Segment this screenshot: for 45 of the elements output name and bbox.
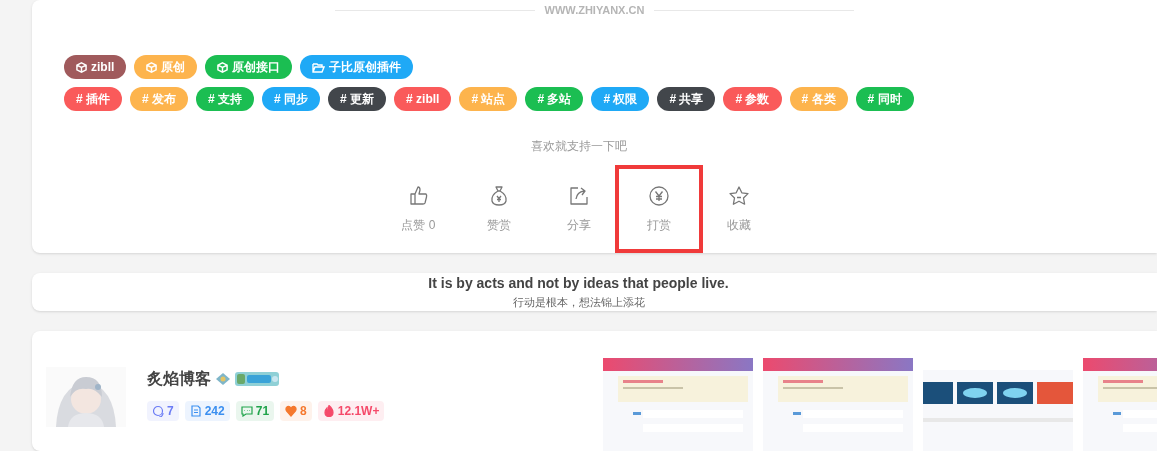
category-tag[interactable]: zibll <box>64 55 127 79</box>
quote-text: It is by acts and not by ideas that people live. <box>428 274 729 292</box>
stat-badge: 71 <box>235 401 275 421</box>
topic-tag[interactable]: # 支持 <box>196 87 255 111</box>
badge-icon <box>215 372 231 386</box>
stat-badge: 7 <box>147 401 179 421</box>
tag-label: zibll <box>91 59 115 76</box>
topic-tag[interactable]: # 更新 <box>328 87 387 111</box>
topic-tag[interactable]: # 多站 <box>525 87 584 111</box>
tag-label: 子比原创插件 <box>329 59 402 76</box>
stat-badge: 242 <box>184 401 230 421</box>
action-button[interactable]: 打赏 <box>614 165 703 253</box>
topic-tag[interactable]: # 参数 <box>723 87 782 111</box>
topic-tag[interactable]: # 插件 <box>64 87 122 111</box>
tag-label: 原创接口 <box>232 59 281 76</box>
heart-icon <box>285 405 298 417</box>
cube-icon <box>146 61 158 73</box>
stat-badge: 8 <box>280 401 312 421</box>
yen-coin-icon <box>646 184 671 208</box>
topic-tag[interactable]: # zibll <box>394 87 452 111</box>
folder-icon <box>312 61 326 73</box>
cube-icon <box>76 61 87 73</box>
topic-tag[interactable]: # 权限 <box>591 87 650 111</box>
topic-tag[interactable]: # 发布 <box>130 87 189 111</box>
topic-tag[interactable]: # 各类 <box>789 87 848 111</box>
document-icon <box>189 405 202 417</box>
site-url: WWW.ZHIYANX.CN <box>543 2 646 18</box>
topic-tag[interactable]: # 同步 <box>262 87 321 111</box>
tag-label: 原创 <box>161 59 186 76</box>
chat-icon <box>240 405 253 417</box>
comments-icon <box>152 405 164 417</box>
star-icon <box>726 184 751 208</box>
category-tag[interactable]: 子比原创插件 <box>300 55 414 79</box>
support-prompt: 喜欢就支持一下吧 <box>530 138 627 155</box>
category-tag[interactable]: 原创接口 <box>205 55 293 79</box>
quote-translation: 行动是根本，想法锦上添花 <box>512 295 645 310</box>
category-tag[interactable]: 原创 <box>134 55 198 79</box>
stat-badge: 12.1W+ <box>317 401 385 421</box>
topic-tag[interactable]: # 站点 <box>459 87 518 111</box>
topic-tag[interactable]: # 共享 <box>657 87 716 111</box>
badge-icon <box>235 372 279 386</box>
author-name[interactable]: 炙焰博客 <box>147 367 211 391</box>
topic-tag[interactable]: # 同时 <box>855 87 914 111</box>
cube-icon <box>217 61 229 73</box>
fire-icon <box>322 405 335 417</box>
